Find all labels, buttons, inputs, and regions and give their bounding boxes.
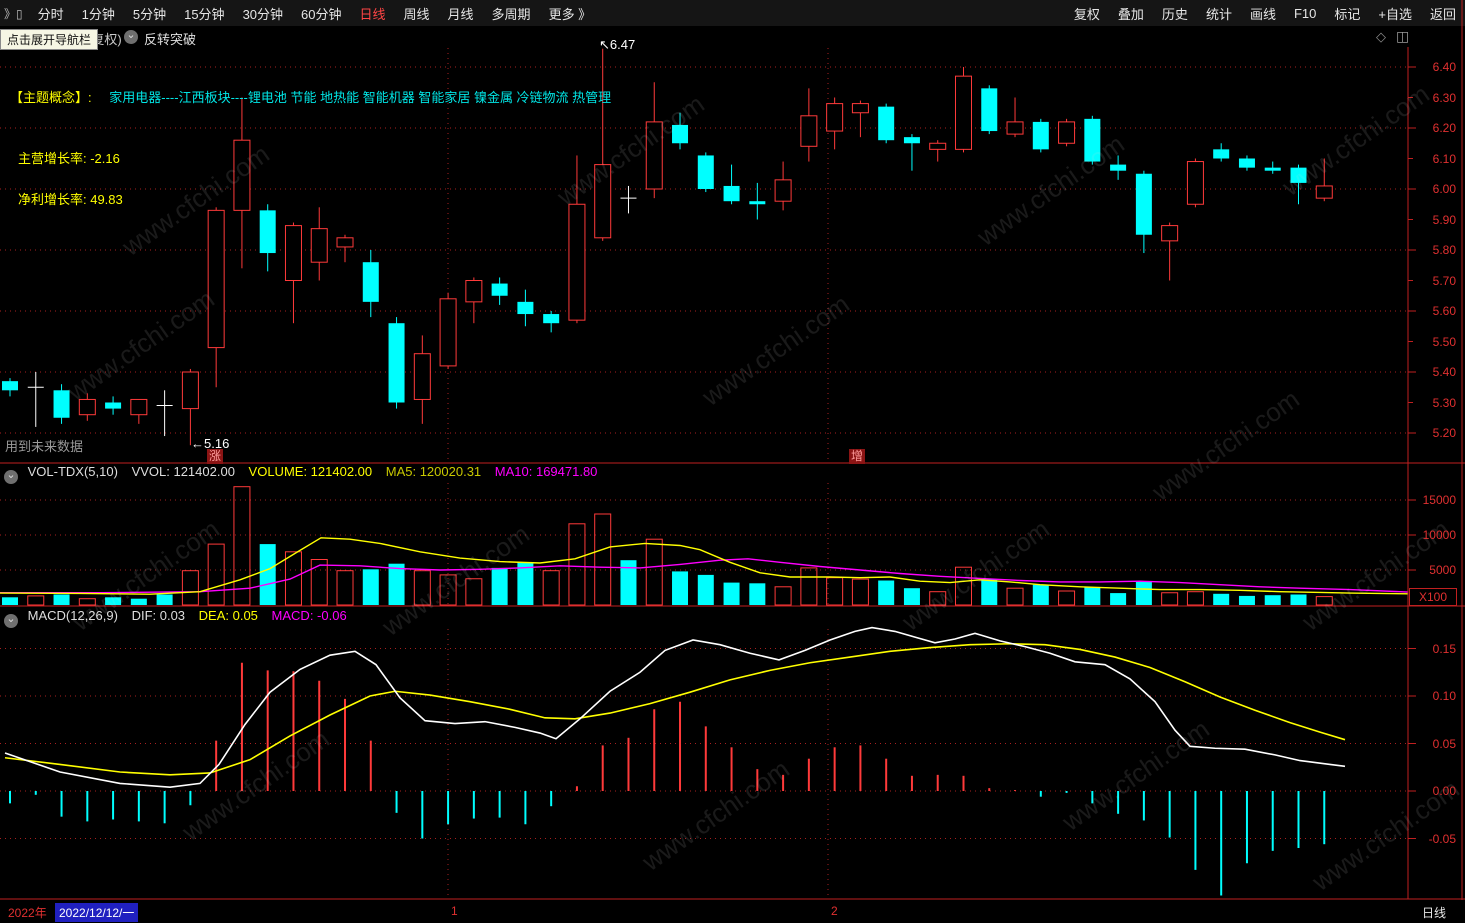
arrow-up-left-icon: ↖ xyxy=(599,37,610,52)
macd-indicator-name: MACD(12,26,9) xyxy=(27,608,118,623)
vol-ma5-value: MA5: 120020.31 xyxy=(385,464,482,479)
price-axis-label: 5.30 xyxy=(1432,395,1456,410)
price-axis-label: 6.40 xyxy=(1432,60,1456,74)
volume-value: VOLUME: 121402.00 xyxy=(248,464,373,479)
arrow-left-icon: ← xyxy=(191,436,204,451)
price-axis-label: 5.50 xyxy=(1432,334,1456,349)
limit-up-badge: 涨 xyxy=(207,449,223,464)
price-axis-label: 6.10 xyxy=(1432,151,1456,166)
price-axis-label: 5.70 xyxy=(1432,273,1456,288)
theme-concept-line: 【主题概念】: 家用电器----江西板块----锂电池 节能 地热能 智能机器 … xyxy=(10,87,611,106)
macd-axis-label: 0.00 xyxy=(1432,784,1456,798)
price-axis-label: 5.60 xyxy=(1432,304,1456,318)
month-label-1: 1 xyxy=(451,904,458,918)
macd-axis-label: 0.10 xyxy=(1432,689,1456,703)
nav-tooltip: 点击展开导航栏 xyxy=(0,29,99,50)
volume-unit-label: X100 xyxy=(1409,588,1457,606)
volume-axis-label: 5000 xyxy=(1429,563,1456,577)
month-label-2: 2 xyxy=(831,904,838,918)
theme-concept-value: 家用电器----江西板块----锂电池 节能 地热能 智能机器 智能家居 镍金属… xyxy=(109,90,612,105)
macd-axis-label: 0.15 xyxy=(1432,641,1456,656)
dif-value: DIF: 0.03 xyxy=(131,608,186,623)
price-axis-label: 6.00 xyxy=(1432,182,1456,196)
collapse-macd-icon[interactable]: ⌄ xyxy=(4,614,18,628)
price-axis-label: 5.40 xyxy=(1432,365,1456,379)
revenue-growth-label: 主营增长率: -2.16 xyxy=(18,151,120,166)
price-axis-label: 6.30 xyxy=(1432,90,1456,105)
profit-growth-label: 净利增长率: 49.83 xyxy=(18,192,123,207)
selected-date: 2022/12/12/一 xyxy=(55,903,139,922)
price-axis-label: 5.80 xyxy=(1432,243,1456,257)
stock-chart-app: 》▯ 分时 1分钟 5分钟 15分钟 30分钟 60分钟 日线 周线 月线 多周期 更多 》 复权叠… xyxy=(0,0,1465,923)
volume-axis-label: 10000 xyxy=(1422,528,1456,542)
price-axis-label: 6.20 xyxy=(1432,121,1456,135)
price-axis-label: 5.20 xyxy=(1432,426,1456,440)
macd-axis-label: -0.05 xyxy=(1428,831,1456,846)
period-label: 日线 xyxy=(1421,906,1446,920)
macd-indicator-header: ⌄ MACD(12,26,9) DIF: 0.03 DEA: 0.05 MACD… xyxy=(0,608,1400,628)
vol-ma10-value: MA10: 169471.80 xyxy=(494,464,598,479)
macd-value: MACD: -0.06 xyxy=(271,608,347,623)
volume-axis-label: 15000 xyxy=(1422,493,1456,507)
vvol-value: VVOL: 121402.00 xyxy=(131,464,235,479)
price-axis-label: 5.90 xyxy=(1432,212,1456,227)
year-label: 2022年 xyxy=(8,906,47,920)
future-data-warning: 用到未来数据 xyxy=(5,439,84,454)
macd-axis-label: 0.05 xyxy=(1432,736,1456,751)
vol-indicator-name: VOL-TDX(5,10) xyxy=(27,464,118,479)
volume-surge-badge: 增 xyxy=(849,449,865,464)
volume-indicator-header: ⌄ VOL-TDX(5,10) VVOL: 121402.00 VOLUME: … xyxy=(0,464,1400,484)
dea-value: DEA: 0.05 xyxy=(198,608,258,623)
status-bar: 2022年 2022/12/12/一 1 2 日线 xyxy=(0,900,1465,923)
theme-concept-label: 【主题概念】: xyxy=(10,90,92,105)
high-price-annotation: ↖6.47 xyxy=(599,37,636,52)
collapse-volume-icon[interactable]: ⌄ xyxy=(4,470,18,484)
